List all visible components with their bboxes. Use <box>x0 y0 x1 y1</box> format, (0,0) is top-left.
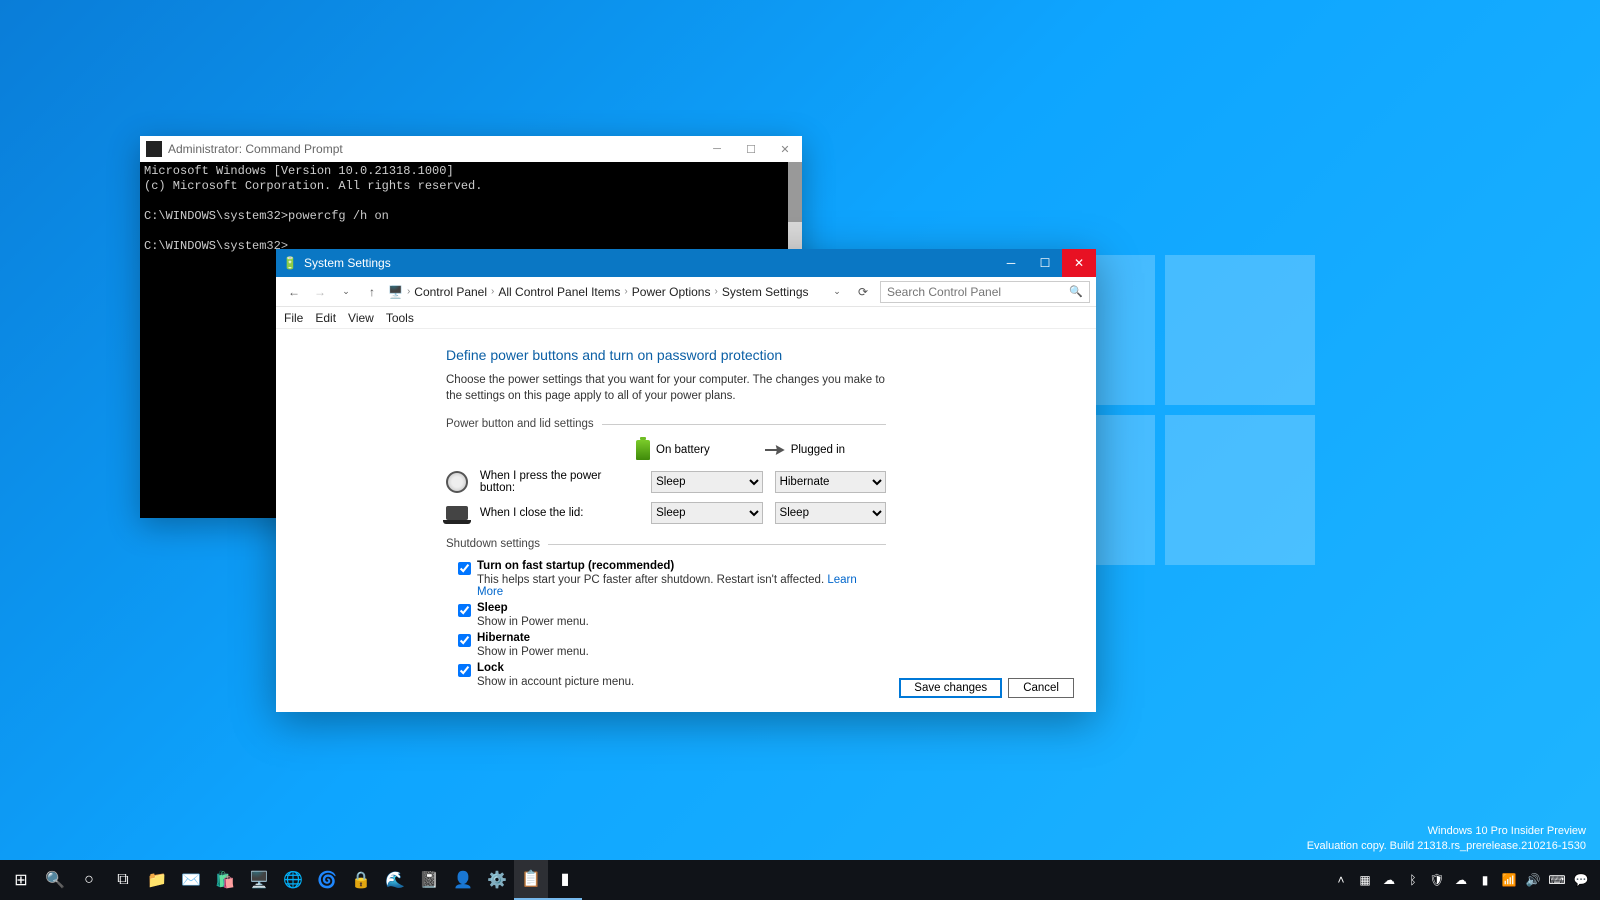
taskbar-onenote[interactable]: 📓 <box>412 860 446 900</box>
cancel-button[interactable]: Cancel <box>1008 678 1074 698</box>
tray-app-icon[interactable]: ▦ <box>1354 860 1376 900</box>
taskbar[interactable]: ⊞ 🔍 ○ ⧉ 📁 ✉️ 🛍️ 🖥️ 🌐 🌀 🔒 🌊 📓 👤 ⚙️ 📋 ▮ ˄ … <box>0 860 1600 900</box>
taskbar-explorer[interactable]: 📁 <box>140 860 174 900</box>
checkbox-fast-startup[interactable]: Turn on fast startup (recommended) This … <box>458 560 886 598</box>
system-settings-window: 🔋 System Settings ─ ☐ ✕ ← → ⌄ ↑ 🖥️ › Con… <box>276 249 1096 712</box>
menu-file[interactable]: File <box>284 311 303 325</box>
cmd-minimize-button[interactable]: ─ <box>700 136 734 162</box>
tray-weather-icon[interactable]: ☁ <box>1450 860 1472 900</box>
tray-overflow-icon[interactable]: ˄ <box>1330 860 1352 900</box>
select-power-button-plugged[interactable]: Hibernate <box>775 471 886 493</box>
nav-recent-button[interactable]: ⌄ <box>334 280 358 304</box>
addr-dropdown-button[interactable]: ⌄ <box>826 281 848 303</box>
cortana-button[interactable]: ○ <box>72 860 106 900</box>
label-power-button: When I press the power button: <box>480 470 639 494</box>
checkbox-lock[interactable]: LockShow in account picture menu. <box>458 662 886 688</box>
taskbar-security[interactable]: 🔒 <box>344 860 378 900</box>
cmd-icon <box>146 141 162 157</box>
nav-up-button[interactable]: ↑ <box>360 280 384 304</box>
settings-title-text: System Settings <box>304 256 994 270</box>
start-button[interactable]: ⊞ <box>4 860 38 900</box>
taskbar-chrome[interactable]: 🌐 <box>276 860 310 900</box>
crumb-all-items[interactable]: All Control Panel Items <box>498 285 620 299</box>
checkbox-hibernate[interactable]: HibernateShow in Power menu. <box>458 632 886 658</box>
tray-volume-icon[interactable]: 🔊 <box>1522 860 1544 900</box>
settings-maximize-button[interactable]: ☐ <box>1028 249 1062 277</box>
checkbox-lock-input[interactable] <box>458 664 471 677</box>
taskbar-edge[interactable]: 🌊 <box>378 860 412 900</box>
select-power-button-battery[interactable]: Sleep <box>651 471 762 493</box>
address-bar: ← → ⌄ ↑ 🖥️ › Control Panel › All Control… <box>276 277 1096 307</box>
nav-forward-button[interactable]: → <box>308 280 332 304</box>
checkbox-fast-startup-input[interactable] <box>458 562 471 575</box>
breadcrumb[interactable]: 🖥️ › Control Panel › All Control Panel I… <box>384 285 826 299</box>
power-button-icon <box>446 471 468 493</box>
settings-minimize-button[interactable]: ─ <box>994 249 1028 277</box>
search-icon[interactable]: 🔍 <box>1069 285 1083 298</box>
select-lid-battery[interactable]: Sleep <box>651 502 762 524</box>
select-lid-plugged[interactable]: Sleep <box>775 502 886 524</box>
crumb-system-settings[interactable]: System Settings <box>722 285 809 299</box>
cmd-output[interactable]: Microsoft Windows [Version 10.0.21318.10… <box>140 162 802 256</box>
settings-close-button[interactable]: ✕ <box>1062 249 1096 277</box>
group-shutdown: Shutdown settings <box>446 538 540 550</box>
refresh-button[interactable]: ⟳ <box>852 281 874 303</box>
battery-icon <box>636 440 650 460</box>
task-view-button[interactable]: ⧉ <box>106 860 140 900</box>
nav-back-button[interactable]: ← <box>282 280 306 304</box>
cmd-title-text: Administrator: Command Prompt <box>168 142 700 156</box>
label-close-lid: When I close the lid: <box>480 507 639 519</box>
tray-bluetooth-icon[interactable]: ᛒ <box>1402 860 1424 900</box>
page-description: Choose the power settings that you want … <box>446 373 886 404</box>
crumb-power-options[interactable]: Power Options <box>632 285 711 299</box>
taskbar-control-panel-running[interactable]: 📋 <box>514 860 548 900</box>
settings-titlebar[interactable]: 🔋 System Settings ─ ☐ ✕ <box>276 249 1096 277</box>
menu-bar: File Edit View Tools <box>276 307 1096 329</box>
control-panel-icon: 🖥️ <box>388 285 403 299</box>
checkbox-sleep[interactable]: SleepShow in Power menu. <box>458 602 886 628</box>
tray-onedrive-icon[interactable]: ☁ <box>1378 860 1400 900</box>
col-plugged-in: Plugged in <box>791 444 845 456</box>
system-tray[interactable]: ˄ ▦ ☁ ᛒ 🛡 ☁ ▮ 📶 🔊 ⌨ 💬 <box>1330 860 1596 900</box>
tray-wifi-icon[interactable]: 📶 <box>1498 860 1520 900</box>
taskbar-cmd-running[interactable]: ▮ <box>548 860 582 900</box>
cmd-close-button[interactable]: ✕ <box>768 136 802 162</box>
crumb-control-panel[interactable]: Control Panel <box>414 285 487 299</box>
tray-battery-icon[interactable]: ▮ <box>1474 860 1496 900</box>
menu-edit[interactable]: Edit <box>315 311 336 325</box>
taskbar-store[interactable]: 🛍️ <box>208 860 242 900</box>
taskbar-mail[interactable]: ✉️ <box>174 860 208 900</box>
search-box[interactable]: 🔍 <box>880 281 1090 303</box>
battery-icon: 🔋 <box>282 255 298 271</box>
cmd-titlebar[interactable]: Administrator: Command Prompt ─ ☐ ✕ <box>140 136 802 162</box>
taskbar-settings[interactable]: ⚙️ <box>480 860 514 900</box>
save-button[interactable]: Save changes <box>899 678 1002 698</box>
cmd-maximize-button[interactable]: ☐ <box>734 136 768 162</box>
taskbar-edge-dev[interactable]: 🌀 <box>310 860 344 900</box>
search-button[interactable]: 🔍 <box>38 860 72 900</box>
menu-tools[interactable]: Tools <box>386 311 414 325</box>
laptop-lid-icon <box>446 506 468 520</box>
checkbox-sleep-input[interactable] <box>458 604 471 617</box>
col-on-battery: On battery <box>656 444 710 456</box>
watermark: Windows 10 Pro Insider Preview Evaluatio… <box>1307 824 1586 854</box>
taskbar-monitor[interactable]: 🖥️ <box>242 860 276 900</box>
page-title: Define power buttons and turn on passwor… <box>446 347 886 363</box>
plug-icon <box>765 445 785 455</box>
checkbox-hibernate-input[interactable] <box>458 634 471 647</box>
tray-ime-icon[interactable]: ⌨ <box>1546 860 1568 900</box>
taskbar-feedback[interactable]: 👤 <box>446 860 480 900</box>
tray-defender-icon[interactable]: 🛡 <box>1426 860 1448 900</box>
group-power-button: Power button and lid settings <box>446 418 594 430</box>
tray-action-center-icon[interactable]: 💬 <box>1570 860 1592 900</box>
search-input[interactable] <box>887 285 1069 299</box>
menu-view[interactable]: View <box>348 311 374 325</box>
